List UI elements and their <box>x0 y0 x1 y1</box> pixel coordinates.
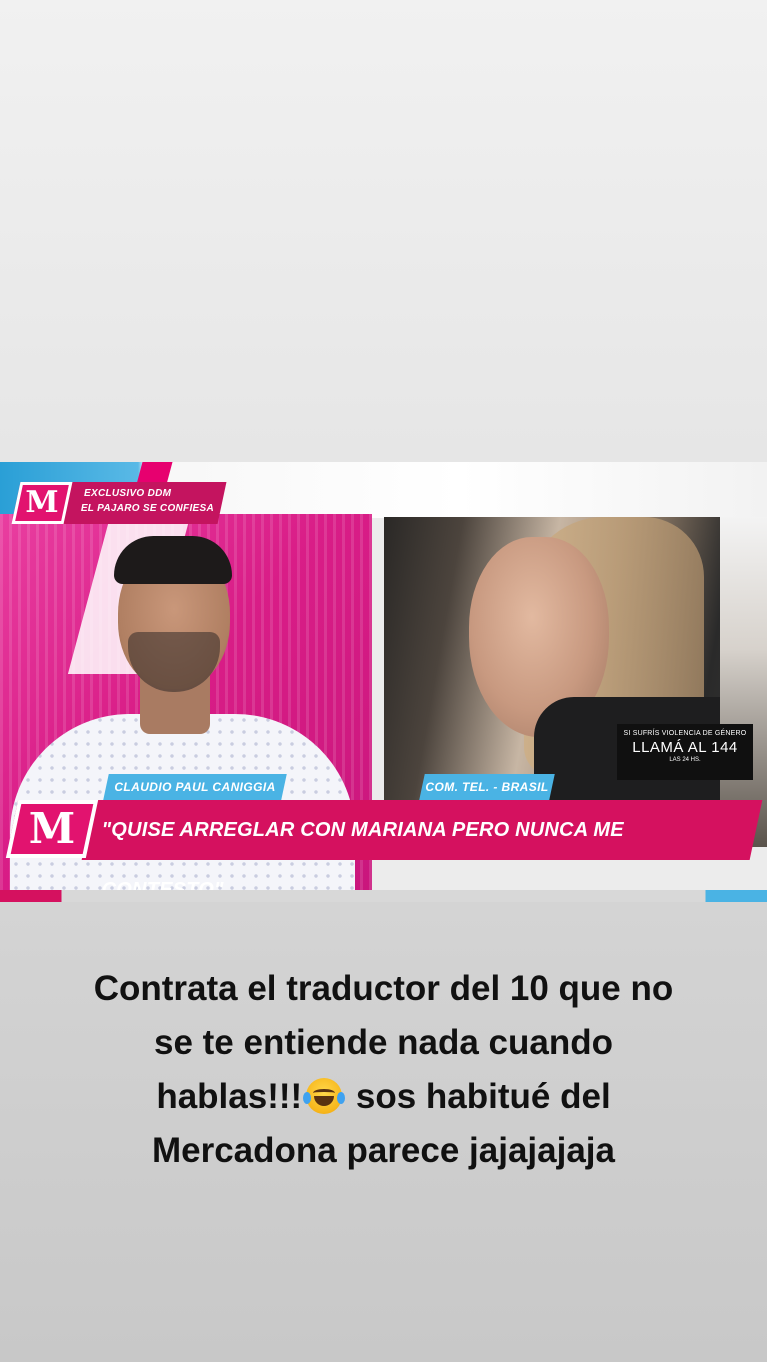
face-with-tears-of-joy-icon <box>303 1078 346 1114</box>
name-tag-left-text: CLAUDIO PAUL CANIGGIA <box>114 780 276 794</box>
story-canvas: SI SUFRÍS VIOLENCIA DE GÉNERO LLAMÁ AL 1… <box>0 0 767 1362</box>
badge-line1: EXCLUSIVO DDM <box>84 488 172 499</box>
caption-line-3: hablas!!! sos habitué del <box>0 1070 767 1124</box>
hotline-line1: SI SUFRÍS VIOLENCIA DE GÉNERO <box>623 730 747 737</box>
headline-logo-letter: M <box>28 804 76 853</box>
caption-line-4: Mercadona parece jajajajaja <box>151 1131 616 1170</box>
tear-right <box>337 1092 346 1104</box>
caption-line-2: se te entiende nada cuando <box>154 1023 613 1062</box>
tv-bottom-strip <box>0 890 767 902</box>
headline-logo: M <box>5 800 99 858</box>
show-logo: M <box>11 482 73 524</box>
headline-bar: "QUISE ARREGLAR CON MARIANA PERO NUNCA M… <box>81 800 763 901</box>
show-badge: EXCLUSIVO DDM EL PAJARO SE CONFIESA <box>57 482 227 524</box>
caption-line-3-end: sos habitué del <box>346 1077 611 1116</box>
presenter-hair <box>114 536 232 584</box>
caption-line-3-start: hablas!!! <box>156 1077 303 1116</box>
hotline-hours: LAS 24 HS. <box>669 757 701 763</box>
name-tag-right: COM. TEL. - BRASIL <box>419 774 555 800</box>
story-caption: Contrata el traductor del 10 que no se t… <box>0 962 767 1178</box>
hotline-banner: SI SUFRÍS VIOLENCIA DE GÉNERO LLAMÁ AL 1… <box>617 724 753 780</box>
badge-line2: EL PAJARO SE CONFIESA <box>80 503 215 514</box>
headline-text: "QUISE ARREGLAR CON MARIANA PERO NUNCA M… <box>101 819 624 901</box>
tear-left <box>303 1092 312 1104</box>
show-logo-letter: M <box>25 485 59 520</box>
video-edge <box>720 517 767 847</box>
tv-screenshot: SI SUFRÍS VIOLENCIA DE GÉNERO LLAMÁ AL 1… <box>0 462 767 902</box>
caption-line-1: Contrata el traductor del 10 que no <box>93 969 674 1008</box>
name-tag-left: CLAUDIO PAUL CANIGGIA <box>103 774 287 800</box>
hotline-number: LLAMÁ AL 144 <box>632 739 738 756</box>
name-tag-right-text: COM. TEL. - BRASIL <box>425 780 549 794</box>
